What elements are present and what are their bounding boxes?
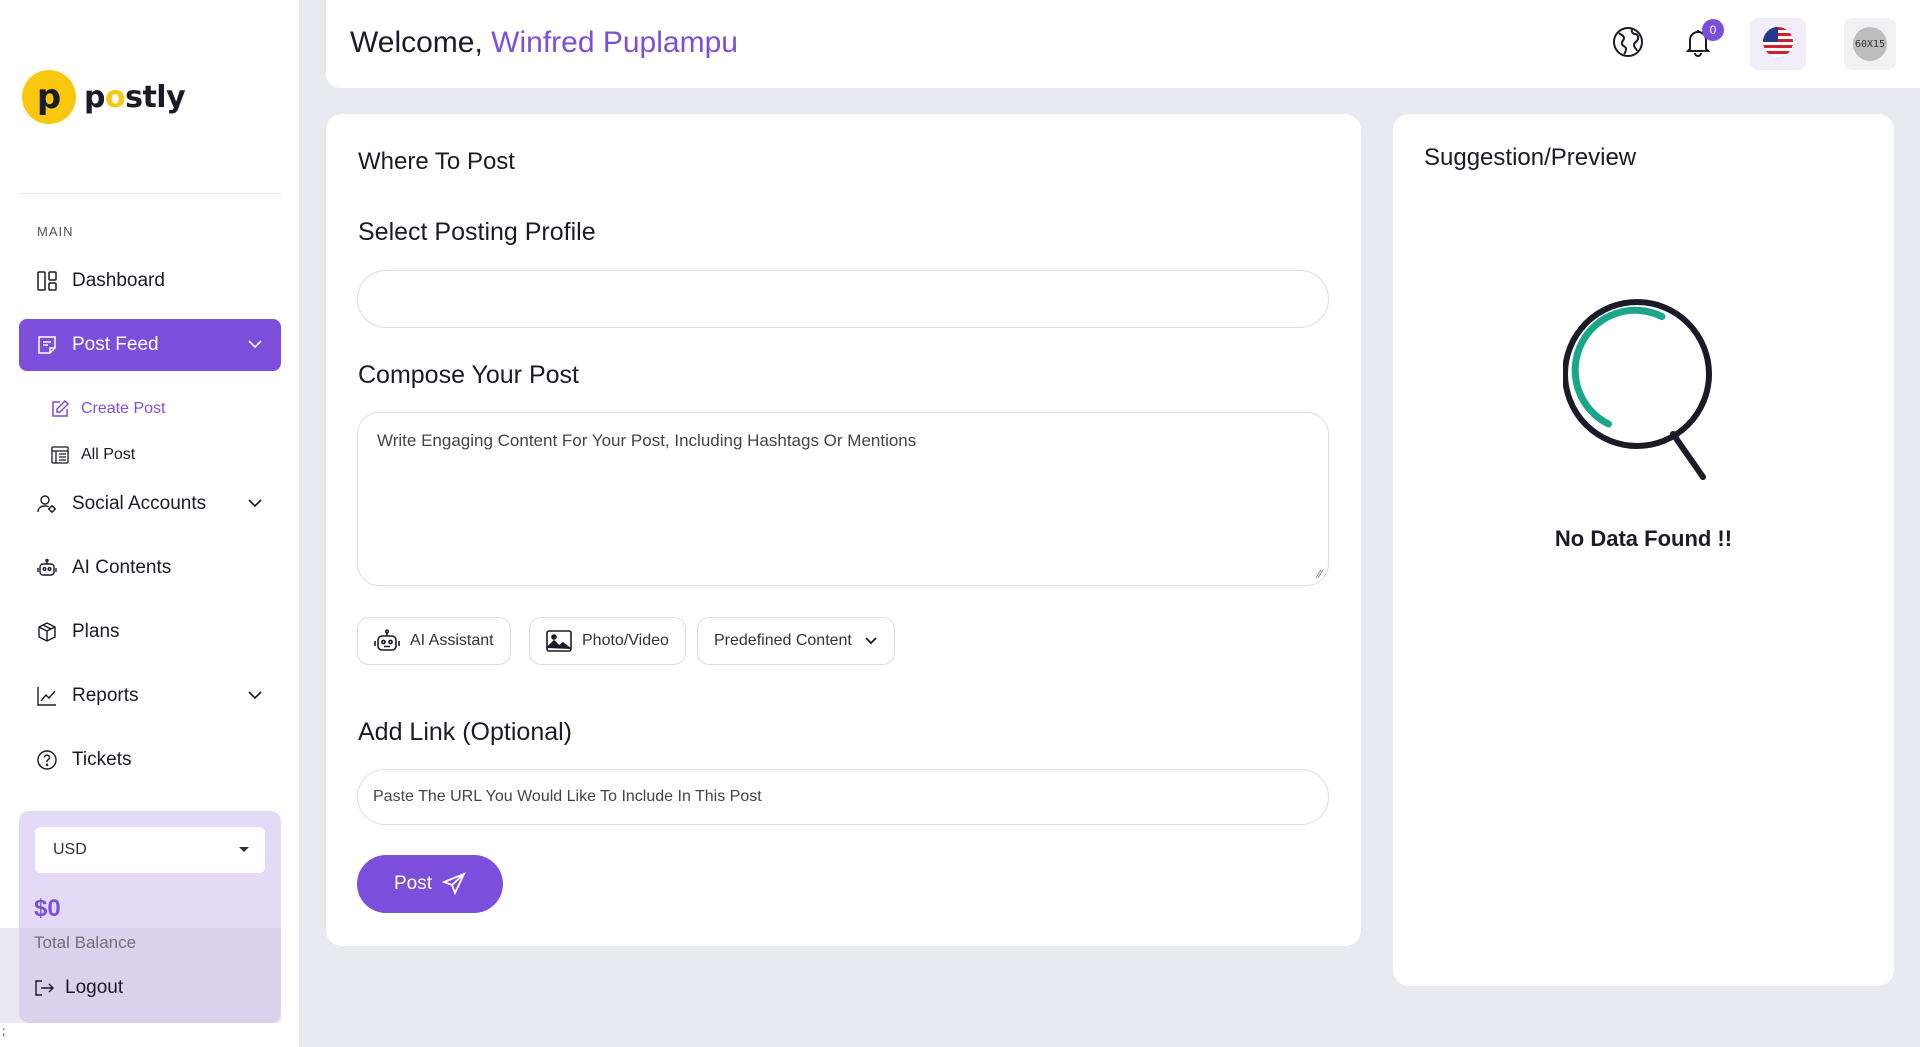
user-avatar-button[interactable]: 60X15: [1844, 18, 1896, 70]
chevron-down-icon: [864, 634, 878, 648]
top-header: Welcome, Winfred Puplampu 0 60X15: [326, 0, 1920, 88]
photo-video-button[interactable]: Photo/Video: [529, 617, 686, 665]
edit-icon: [49, 398, 71, 420]
resize-grip-icon[interactable]: ⁄⁄: [1318, 567, 1322, 581]
link-label: Add Link (Optional): [358, 718, 573, 746]
user-name: Winfred Puplampu: [491, 26, 738, 59]
robot-icon: [374, 629, 400, 653]
welcome-prefix: Welcome,: [350, 26, 483, 59]
profile-label: Select Posting Profile: [358, 218, 596, 246]
dashboard-icon: [36, 270, 58, 292]
link-url-input[interactable]: Paste The URL You Would Like To Include …: [357, 769, 1329, 825]
chevron-down-icon: [247, 687, 263, 709]
sidebar-item-label: Reports: [72, 685, 139, 706]
ai-assistant-label: AI Assistant: [410, 632, 494, 649]
sidebar-item-ai-contents[interactable]: AI Contents: [19, 542, 281, 594]
predefined-content-dropdown[interactable]: Predefined Content: [697, 617, 895, 665]
globe-button[interactable]: [1606, 22, 1650, 66]
sidebar: p postly MAIN Dashboard Post Feed Create…: [0, 0, 299, 1047]
no-data-message: No Data Found !!: [1554, 526, 1733, 551]
sidebar-subitem-label: Create Post: [81, 400, 166, 417]
currency-select-value: USD: [53, 841, 87, 858]
logout-label: Logout: [65, 977, 124, 998]
sidebar-item-dashboard[interactable]: Dashboard: [19, 255, 281, 307]
sidebar-item-tickets[interactable]: Tickets: [19, 734, 281, 786]
sidebar-item-social-accounts[interactable]: Social Accounts: [19, 478, 281, 530]
magnifier-empty-icon: [1562, 294, 1723, 489]
us-flag-icon: [1762, 26, 1794, 63]
predefined-content-label: Predefined Content: [714, 632, 852, 649]
sidebar-item-post-feed[interactable]: Post Feed: [19, 319, 281, 371]
post-button-label: Post: [393, 873, 433, 894]
card-title: Where To Post: [358, 148, 515, 175]
post-feed-icon: [36, 334, 58, 356]
sidebar-item-label: Post Feed: [72, 334, 159, 355]
currency-select[interactable]: USD: [35, 827, 265, 873]
sidebar-item-reports[interactable]: Reports: [19, 670, 281, 722]
post-button[interactable]: Post: [357, 855, 503, 913]
avatar: 60X15: [1853, 27, 1887, 61]
image-icon: [546, 630, 572, 652]
chevron-up-icon: [247, 336, 263, 358]
language-selector[interactable]: [1750, 18, 1806, 70]
notification-count-badge: 0: [1702, 19, 1724, 41]
logout-strip: [0, 928, 281, 1023]
send-icon: [442, 872, 466, 896]
chevron-down-icon: [247, 495, 263, 517]
brand-logo[interactable]: p postly: [22, 70, 186, 124]
sidebar-section-label: MAIN: [37, 224, 74, 239]
post-content-placeholder: Write Engaging Content For Your Post, In…: [377, 431, 917, 450]
robot-icon: [36, 557, 58, 579]
box-icon: [36, 621, 58, 643]
sidebar-subitem-create-post[interactable]: Create Post: [49, 398, 165, 420]
globe-icon: [1612, 26, 1644, 63]
logout-icon: [33, 977, 55, 999]
list-icon: [49, 444, 71, 466]
preview-card: Suggestion/Preview No Data Found !!: [1393, 114, 1894, 986]
corner-mark: ;: [2, 1024, 6, 1038]
sidebar-item-label: Social Accounts: [72, 493, 207, 514]
link-url-placeholder: Paste The URL You Would Like To Include …: [373, 788, 762, 805]
posting-profile-select[interactable]: [357, 270, 1329, 328]
sidebar-item-plans[interactable]: Plans: [19, 606, 281, 658]
welcome-message: Welcome, Winfred Puplampu: [350, 26, 738, 60]
sidebar-subitem-label: All Post: [81, 446, 136, 463]
sidebar-item-label: Tickets: [72, 749, 132, 770]
sidebar-subitem-all-post[interactable]: All Post: [49, 444, 135, 466]
notification-button[interactable]: 0: [1676, 19, 1724, 66]
logout-button[interactable]: Logout: [33, 977, 123, 999]
sidebar-item-label: Dashboard: [72, 270, 165, 291]
sidebar-divider: [19, 193, 281, 194]
preview-title: Suggestion/Preview: [1424, 144, 1637, 171]
compose-card: Where To Post Select Posting Profile Com…: [326, 114, 1361, 946]
sidebar-item-label: Plans: [72, 621, 120, 642]
sidebar-item-label: AI Contents: [72, 557, 172, 578]
caret-down-icon: [239, 847, 249, 852]
social-accounts-icon: [36, 493, 58, 515]
ai-assistant-button[interactable]: AI Assistant: [357, 617, 511, 665]
brand-name: postly: [84, 79, 186, 115]
compose-label: Compose Your Post: [358, 361, 579, 389]
chart-line-icon: [36, 685, 58, 707]
logo-badge-icon: p: [22, 70, 76, 124]
question-circle-icon: [36, 749, 58, 771]
photo-video-label: Photo/Video: [582, 632, 669, 649]
post-content-textarea[interactable]: Write Engaging Content For Your Post, In…: [357, 412, 1329, 586]
balance-amount: $0: [34, 895, 61, 922]
